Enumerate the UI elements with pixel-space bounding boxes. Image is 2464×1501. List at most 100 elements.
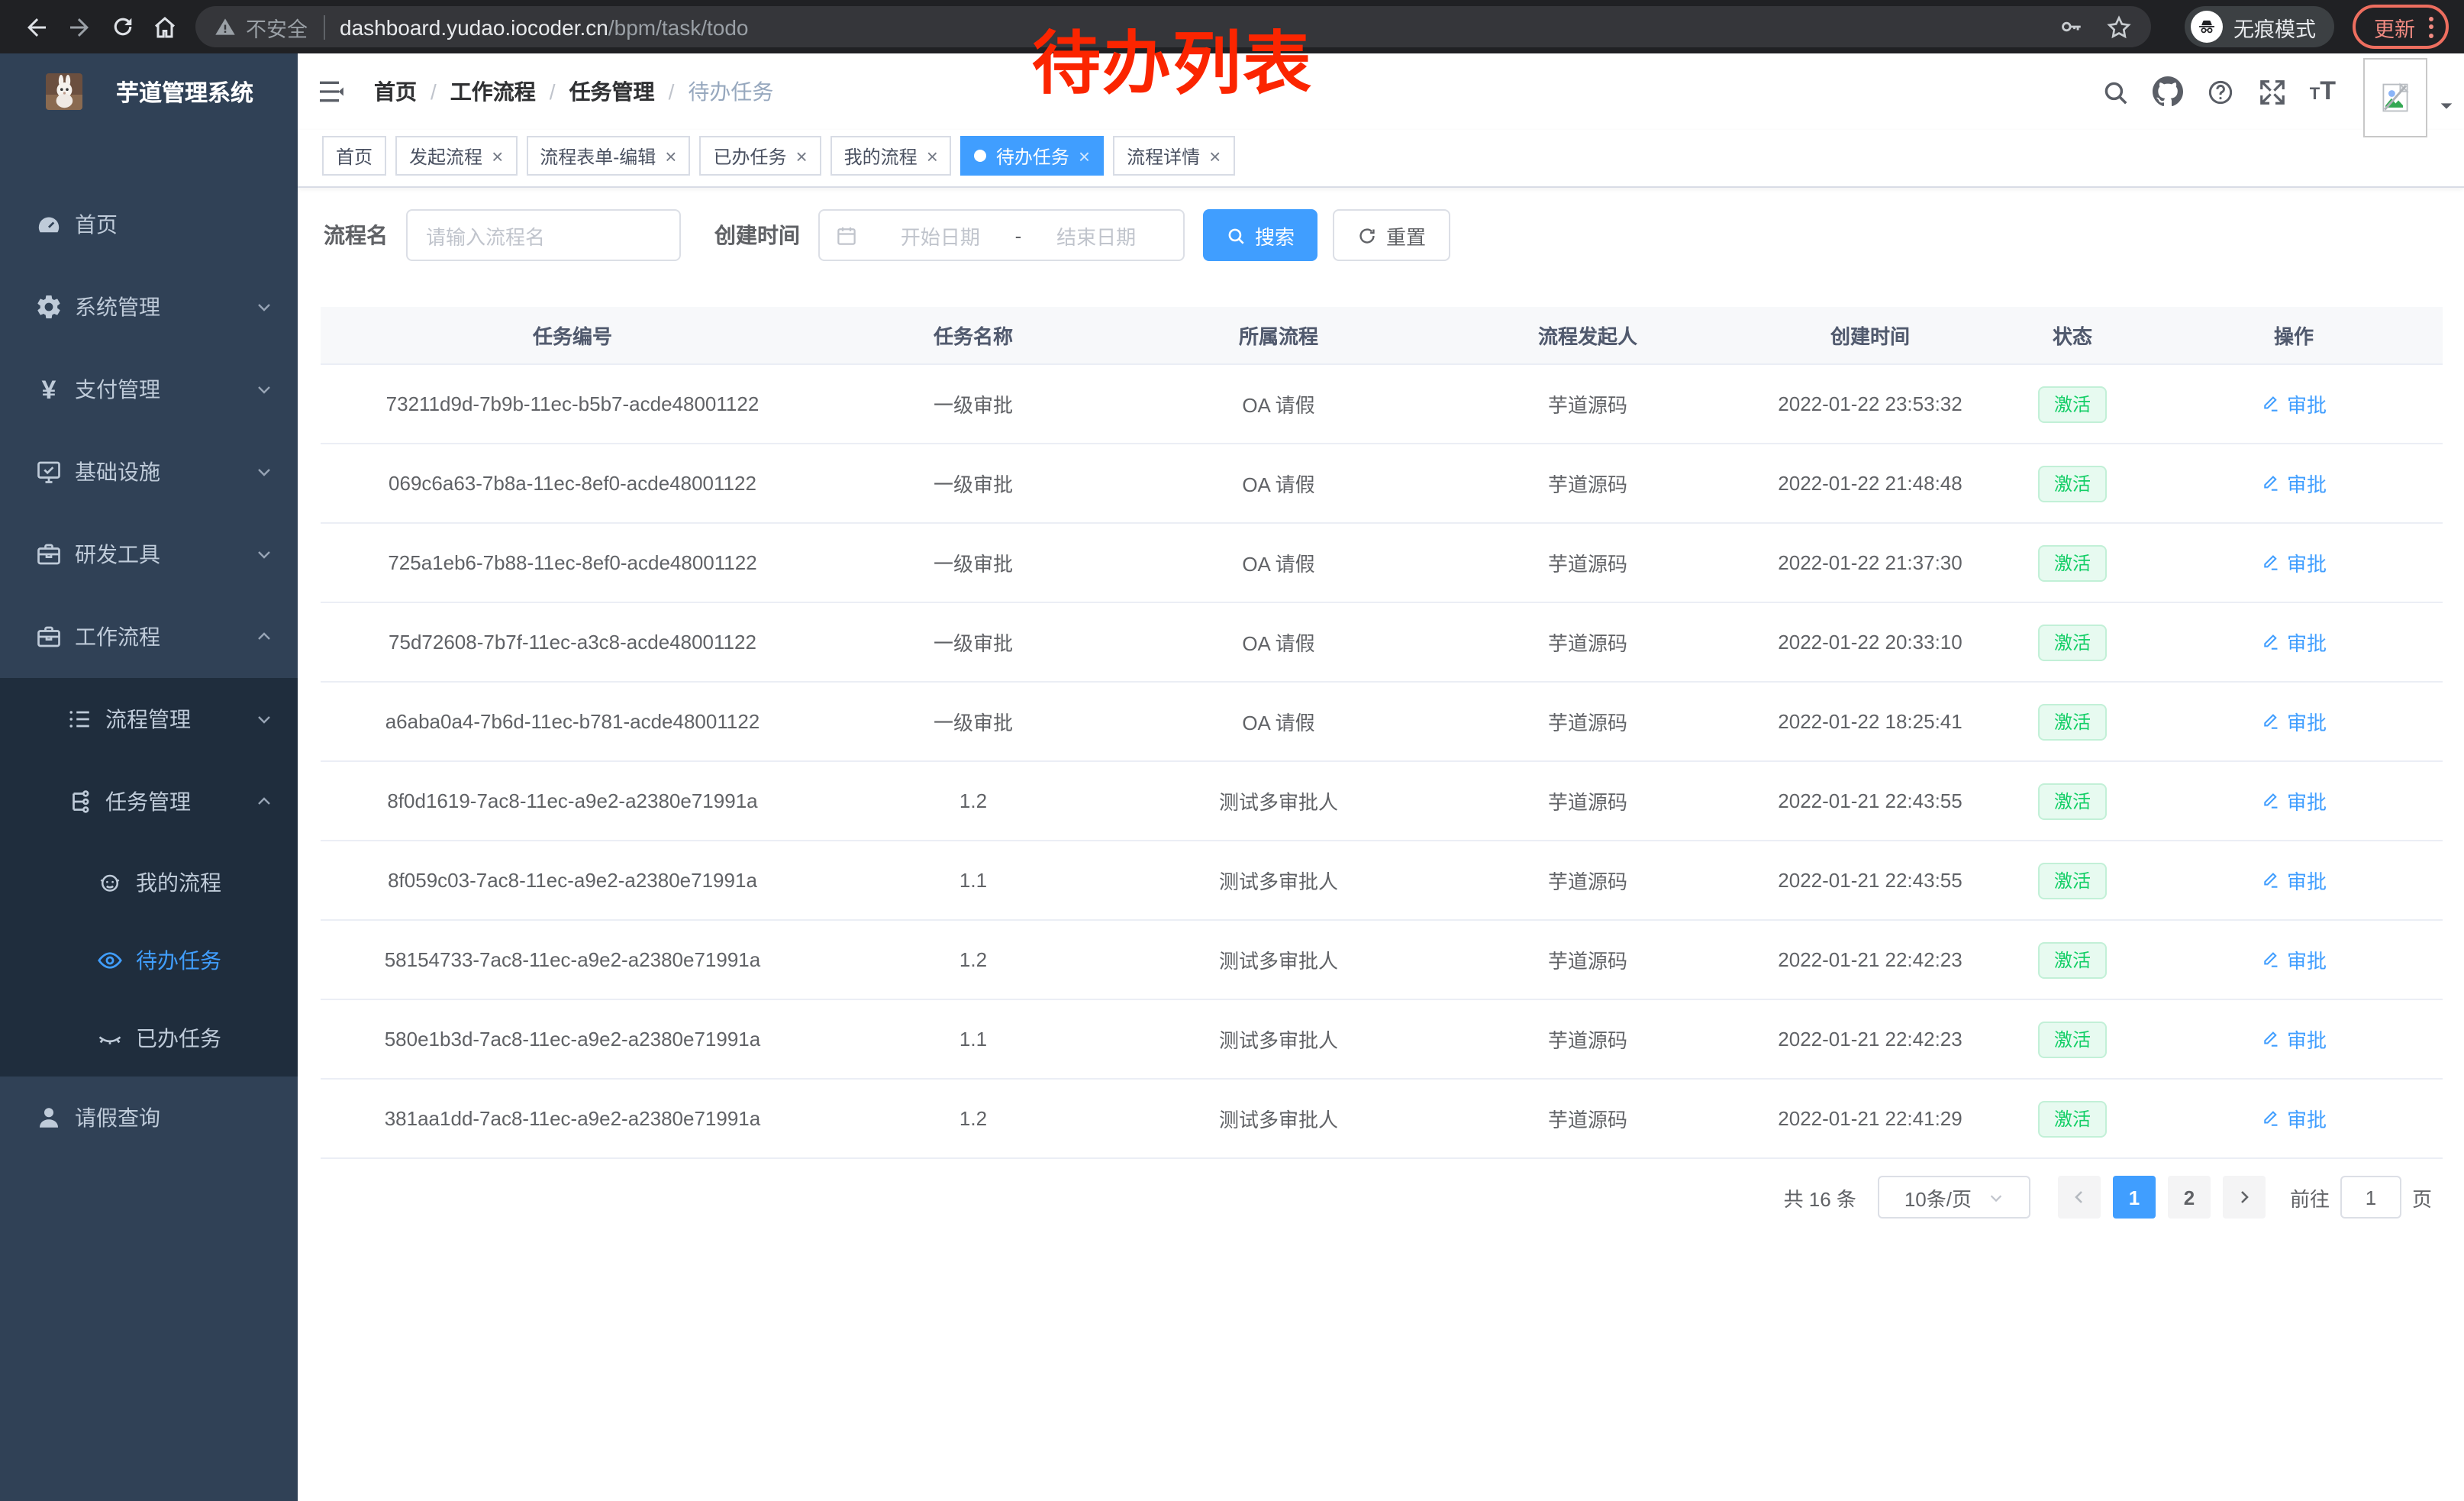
sidebar-item-done-tasks[interactable]: 已办任务 bbox=[0, 999, 298, 1077]
search-button[interactable]: 搜索 bbox=[1203, 209, 1317, 261]
approve-link[interactable]: 审批 bbox=[2261, 628, 2327, 657]
approve-link[interactable]: 审批 bbox=[2261, 389, 2327, 418]
browser-menu-icon[interactable] bbox=[2429, 16, 2433, 37]
tab-form-edit[interactable]: 流程表单-编辑× bbox=[526, 136, 690, 176]
page-button-1[interactable]: 1 bbox=[2113, 1176, 2156, 1219]
close-icon[interactable]: × bbox=[1079, 146, 1090, 166]
edit-icon bbox=[2261, 473, 2281, 493]
logo[interactable]: 芋道管理系统 bbox=[0, 53, 298, 130]
approve-link[interactable]: 审批 bbox=[2261, 945, 2327, 974]
close-icon[interactable]: × bbox=[665, 146, 676, 166]
sidebar-item-leave-query[interactable]: 请假查询 bbox=[0, 1077, 298, 1159]
breadcrumb-task-management[interactable]: 任务管理 bbox=[569, 76, 655, 107]
avatar[interactable] bbox=[2363, 58, 2427, 137]
table-row[interactable]: a6aba0a4-7b6d-11ec-b781-acde48001122 一级审… bbox=[321, 682, 2443, 761]
update-button[interactable]: 更新 bbox=[2353, 5, 2449, 49]
security-chip[interactable]: 不安全 bbox=[214, 11, 308, 42]
approve-label: 审批 bbox=[2287, 1025, 2327, 1054]
approve-link[interactable]: 审批 bbox=[2261, 707, 2327, 736]
breadcrumb: 首页 / 工作流程 / 任务管理 / 待办任务 bbox=[374, 76, 773, 107]
table-row[interactable]: 580e1b3d-7ac8-11ec-a9e2-a2380e71991a 1.1… bbox=[321, 999, 2443, 1079]
cell-task-id: 8f059c03-7ac8-11ec-a9e2-a2380e71991a bbox=[321, 841, 824, 920]
github-icon[interactable] bbox=[2153, 76, 2183, 107]
prev-page-button[interactable] bbox=[2058, 1176, 2101, 1219]
sidebar-item-home[interactable]: 首页 bbox=[0, 183, 298, 266]
approve-link[interactable]: 审批 bbox=[2261, 1104, 2327, 1133]
col-process: 所属流程 bbox=[1122, 307, 1435, 364]
cell-task-id: a6aba0a4-7b6d-11ec-b781-acde48001122 bbox=[321, 682, 824, 761]
tab-done-tasks[interactable]: 已办任务× bbox=[699, 136, 821, 176]
edit-icon bbox=[2261, 394, 2281, 414]
bookmark-star-icon[interactable] bbox=[2105, 13, 2133, 40]
process-name-input[interactable]: 请输入流程名 bbox=[406, 209, 681, 261]
forward-icon[interactable] bbox=[58, 0, 101, 53]
search-icon[interactable] bbox=[2101, 77, 2130, 106]
font-size-icon[interactable]: TT bbox=[2310, 76, 2336, 107]
table-row[interactable]: 75d72608-7b7f-11ec-a3c8-acde48001122 一级审… bbox=[321, 602, 2443, 682]
sidebar-item-infrastructure[interactable]: 基础设施 bbox=[0, 431, 298, 513]
table-row[interactable]: 381aa1dd-7ac8-11ec-a9e2-a2380e71991a 1.2… bbox=[321, 1079, 2443, 1158]
cell-task-id: 8f0d1619-7ac8-11ec-a9e2-a2380e71991a bbox=[321, 761, 824, 841]
back-icon[interactable] bbox=[15, 0, 58, 53]
refresh-icon bbox=[1357, 225, 1377, 245]
cell-starter: 芋道源码 bbox=[1435, 920, 1740, 999]
close-icon[interactable]: × bbox=[1209, 146, 1221, 166]
goto-page-input[interactable] bbox=[2340, 1176, 2401, 1219]
sidebar-item-workflow[interactable]: 工作流程 bbox=[0, 596, 298, 678]
sidebar-item-my-process[interactable]: 我的流程 bbox=[0, 843, 298, 921]
date-range-picker[interactable]: 开始日期 - 结束日期 bbox=[818, 209, 1185, 261]
col-created: 创建时间 bbox=[1740, 307, 2000, 364]
help-icon[interactable] bbox=[2206, 77, 2235, 106]
close-icon[interactable]: × bbox=[492, 146, 503, 166]
table-row[interactable]: 58154733-7ac8-11ec-a9e2-a2380e71991a 1.2… bbox=[321, 920, 2443, 999]
cell-created: 2022-01-22 21:48:48 bbox=[1740, 444, 2000, 523]
sidebar-collapse-icon[interactable] bbox=[316, 76, 347, 107]
next-page-button[interactable] bbox=[2223, 1176, 2266, 1219]
robot-icon bbox=[96, 868, 124, 896]
tab-todo-tasks[interactable]: 待办任务× bbox=[961, 136, 1104, 176]
table-row[interactable]: 725a1eb6-7b88-11ec-8ef0-acde48001122 一级审… bbox=[321, 523, 2443, 602]
table-row[interactable]: 8f0d1619-7ac8-11ec-a9e2-a2380e71991a 1.2… bbox=[321, 761, 2443, 841]
sidebar-item-process-management[interactable]: 流程管理 bbox=[0, 678, 298, 760]
breadcrumb-workflow[interactable]: 工作流程 bbox=[450, 76, 536, 107]
chevron-down-icon bbox=[255, 545, 273, 563]
reload-icon[interactable] bbox=[101, 0, 144, 53]
sidebar-item-todo-tasks[interactable]: 待办任务 bbox=[0, 921, 298, 999]
cell-starter: 芋道源码 bbox=[1435, 1079, 1740, 1158]
page-size-select[interactable]: 10条/页 bbox=[1878, 1176, 2030, 1219]
avatar-caret-icon[interactable] bbox=[2438, 98, 2455, 115]
reset-button[interactable]: 重置 bbox=[1333, 209, 1450, 261]
table-row[interactable]: 069c6a63-7b8a-11ec-8ef0-acde48001122 一级审… bbox=[321, 444, 2443, 523]
approve-link[interactable]: 审批 bbox=[2261, 469, 2327, 498]
approve-label: 审批 bbox=[2287, 786, 2327, 815]
edit-icon bbox=[2261, 1029, 2281, 1049]
fullscreen-icon[interactable] bbox=[2258, 77, 2287, 106]
table-row[interactable]: 73211d9d-7b9b-11ec-b5b7-acde48001122 一级审… bbox=[321, 364, 2443, 444]
key-icon[interactable] bbox=[2058, 14, 2084, 40]
approve-link[interactable]: 审批 bbox=[2261, 1025, 2327, 1054]
chevron-down-icon bbox=[1987, 1189, 2004, 1206]
sidebar-item-payment[interactable]: ¥ 支付管理 bbox=[0, 348, 298, 431]
table-row[interactable]: 8f059c03-7ac8-11ec-a9e2-a2380e71991a 1.1… bbox=[321, 841, 2443, 920]
screen: 不安全 dashboard.yudao.iocoder.cn/bpm/task/… bbox=[0, 0, 2464, 1501]
close-icon[interactable]: × bbox=[795, 146, 807, 166]
close-icon[interactable]: × bbox=[927, 146, 938, 166]
edit-icon bbox=[2261, 870, 2281, 890]
cell-created: 2022-01-22 23:53:32 bbox=[1740, 364, 2000, 444]
approve-link[interactable]: 审批 bbox=[2261, 548, 2327, 577]
tab-home[interactable]: 首页 bbox=[322, 136, 386, 176]
tab-my-process[interactable]: 我的流程× bbox=[830, 136, 952, 176]
tab-start-process[interactable]: 发起流程× bbox=[395, 136, 517, 176]
approve-link[interactable]: 审批 bbox=[2261, 786, 2327, 815]
tab-process-detail[interactable]: 流程详情× bbox=[1113, 136, 1234, 176]
cell-task-id: 73211d9d-7b9b-11ec-b5b7-acde48001122 bbox=[321, 364, 824, 444]
task-table: 任务编号 任务名称 所属流程 流程发起人 创建时间 状态 操作 73211d9d… bbox=[321, 307, 2443, 1159]
approve-link[interactable]: 审批 bbox=[2261, 866, 2327, 895]
sidebar-item-system[interactable]: 系统管理 bbox=[0, 266, 298, 348]
page-button-2[interactable]: 2 bbox=[2168, 1176, 2211, 1219]
sidebar-item-dev-tools[interactable]: 研发工具 bbox=[0, 513, 298, 596]
home-icon[interactable] bbox=[144, 0, 186, 53]
sidebar-item-task-management[interactable]: 任务管理 bbox=[0, 760, 298, 843]
breadcrumb-home[interactable]: 首页 bbox=[374, 76, 417, 107]
table-header-row: 任务编号 任务名称 所属流程 流程发起人 创建时间 状态 操作 bbox=[321, 307, 2443, 364]
